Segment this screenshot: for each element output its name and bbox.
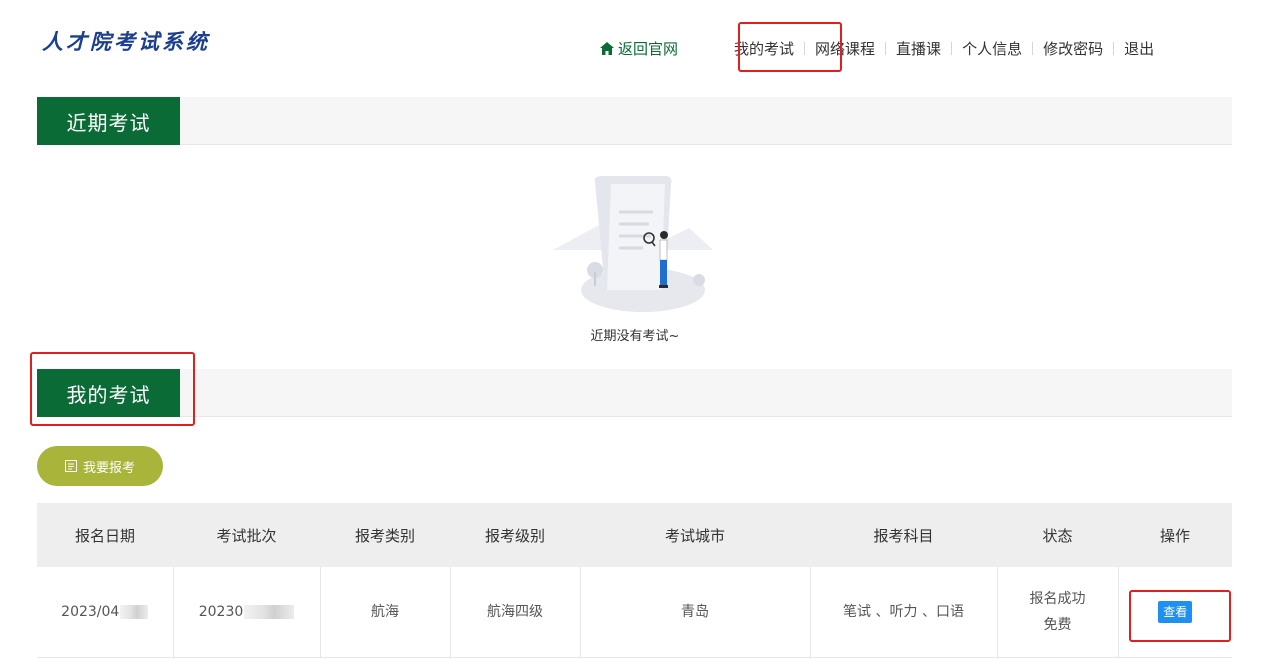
nav-item-online-courses[interactable]: 网络课程 <box>815 38 875 59</box>
nav-divider <box>1032 41 1034 55</box>
column-header: 考试批次 <box>173 503 320 567</box>
nav-item-personal-info[interactable]: 个人信息 <box>962 38 1022 59</box>
top-nav: 返回官网 我的考试 网络课程 直播课 个人信息 修改密码 退出 <box>600 37 1231 59</box>
nav-item-logout[interactable]: 退出 <box>1124 38 1154 59</box>
column-header: 考试城市 <box>580 503 810 567</box>
nav-divider <box>951 41 953 55</box>
empty-state-text: 近期没有考试~ <box>590 329 680 344</box>
nav-divider <box>885 41 887 55</box>
recent-exams-title: 近期考试 <box>37 97 180 145</box>
nav-item-my-exams[interactable]: 我的考试 <box>734 38 794 59</box>
redacted-block <box>120 604 149 619</box>
fee-text: 免费 <box>1043 616 1072 633</box>
register-exam-label: 我要报考 <box>82 460 135 476</box>
cell-date-text: 2023/04 <box>61 603 120 620</box>
nav-item-change-password[interactable]: 修改密码 <box>1043 38 1103 59</box>
register-exam-button[interactable]: 我要报考 <box>37 446 163 486</box>
cell-date: 2023/04 <box>37 567 174 658</box>
recent-exams-header: 近期考试 <box>37 97 1232 145</box>
column-header: 报名日期 <box>37 503 173 567</box>
status-text: 报名成功 <box>1029 590 1086 607</box>
form-icon <box>64 460 77 472</box>
home-icon <box>600 41 614 55</box>
nav-divider <box>804 41 806 55</box>
redacted-block <box>244 604 295 619</box>
view-button[interactable]: 查看 <box>1158 600 1193 623</box>
home-link-label: 返回官网 <box>618 39 679 58</box>
cell-status: 报名成功 免费 <box>997 567 1119 658</box>
cell-level: 航海四级 <box>450 567 581 658</box>
column-header: 状态 <box>997 503 1118 567</box>
column-header: 操作 <box>1118 503 1232 567</box>
table-row: 2023/04 20230 航海 航海四级 青岛 笔试 、听力 、口语 报名成功… <box>37 567 1232 658</box>
my-exams-table: 报名日期 考试批次 报考类别 报考级别 考试城市 报考科目 状态 操作 2023… <box>37 503 1232 658</box>
cell-action: 查看 <box>1118 567 1232 658</box>
cell-category: 航海 <box>320 567 451 658</box>
nav-item-live-class[interactable]: 直播课 <box>896 38 941 59</box>
empty-state-illustration <box>553 176 713 312</box>
cell-subjects: 笔试 、听力 、口语 <box>810 567 998 658</box>
table-header-row: 报名日期 考试批次 报考类别 报考级别 考试城市 报考科目 状态 操作 <box>37 503 1232 567</box>
cell-city: 青岛 <box>580 567 811 658</box>
column-header: 报考科目 <box>810 503 997 567</box>
cell-batch-text: 20230 <box>198 603 244 620</box>
home-link[interactable]: 返回官网 <box>600 38 678 59</box>
column-header: 报考级别 <box>450 503 580 567</box>
my-exams-title: 我的考试 <box>37 369 180 417</box>
cell-batch: 20230 <box>173 567 321 658</box>
my-exams-header: 我的考试 <box>37 369 1232 417</box>
column-header: 报考类别 <box>320 503 450 567</box>
app-logo: 人才院考试系统 <box>42 29 210 54</box>
nav-divider <box>1113 41 1115 55</box>
